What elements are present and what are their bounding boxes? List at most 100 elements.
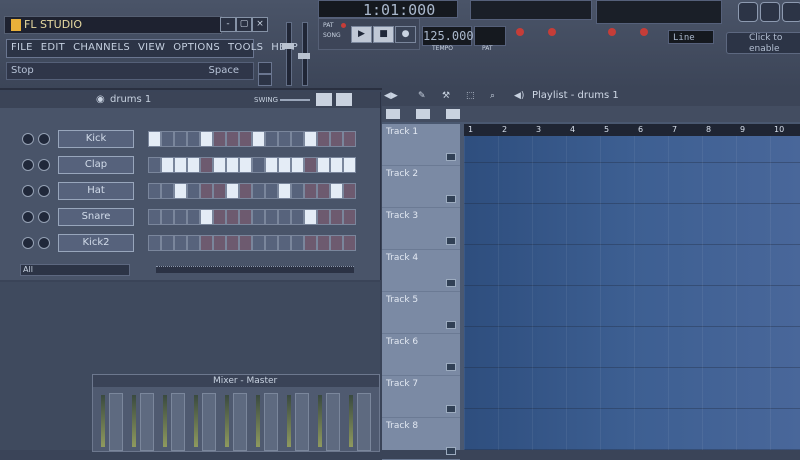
maximize-button[interactable]: ▢ — [236, 17, 252, 32]
track-mute-icon[interactable] — [446, 447, 456, 455]
step-button[interactable] — [161, 235, 174, 251]
pan-knob[interactable] — [22, 185, 34, 197]
track-header[interactable]: Track 1 — [382, 124, 460, 166]
step-button[interactable] — [265, 157, 278, 173]
channel-rack-icon[interactable] — [782, 2, 800, 22]
pattern-selector[interactable] — [474, 26, 506, 46]
step-button[interactable] — [200, 183, 213, 199]
volume-knob[interactable] — [38, 159, 50, 171]
step-button[interactable] — [174, 209, 187, 225]
mixer-icon[interactable] — [760, 2, 780, 22]
step-button[interactable] — [213, 209, 226, 225]
step-button[interactable] — [252, 131, 265, 147]
step-button[interactable] — [265, 209, 278, 225]
step-button[interactable] — [200, 209, 213, 225]
pattern-icon[interactable] — [446, 109, 460, 119]
channel-filter-select[interactable]: All — [20, 264, 130, 276]
step-button[interactable] — [252, 209, 265, 225]
metronome-led[interactable] — [548, 28, 556, 36]
track-mute-icon[interactable] — [446, 363, 456, 371]
step-button[interactable] — [187, 157, 200, 173]
pan-knob[interactable] — [22, 159, 34, 171]
step-button[interactable] — [226, 183, 239, 199]
step-button[interactable] — [239, 209, 252, 225]
stop-button[interactable]: ■ — [373, 26, 394, 43]
swing-slider[interactable] — [280, 99, 310, 101]
step-button[interactable] — [174, 157, 187, 173]
volume-knob[interactable] — [38, 185, 50, 197]
pan-knob[interactable] — [22, 237, 34, 249]
track-header[interactable]: Track 8 — [382, 418, 460, 460]
step-button[interactable] — [317, 183, 330, 199]
draw-tool-icon[interactable]: ✎ — [418, 91, 426, 101]
step-button[interactable] — [330, 131, 343, 147]
step-button[interactable] — [174, 235, 187, 251]
step-button[interactable] — [187, 209, 200, 225]
minimize-button[interactable]: - — [220, 17, 236, 32]
mixer-fader[interactable] — [140, 393, 154, 451]
step-button[interactable] — [187, 131, 200, 147]
mixer-fader[interactable] — [264, 393, 278, 451]
speaker-icon[interactable]: ◀) — [514, 91, 524, 101]
mixer-fader[interactable] — [357, 393, 371, 451]
track-header[interactable]: Track 7 — [382, 376, 460, 418]
track-mute-icon[interactable] — [446, 279, 456, 287]
step-button[interactable] — [291, 235, 304, 251]
step-button[interactable] — [252, 235, 265, 251]
step-edit-led[interactable] — [608, 28, 616, 36]
step-button[interactable] — [200, 131, 213, 147]
mixer-fader[interactable] — [171, 393, 185, 451]
step-button[interactable] — [252, 157, 265, 173]
step-button[interactable] — [304, 235, 317, 251]
step-button[interactable] — [148, 209, 161, 225]
step-button[interactable] — [330, 209, 343, 225]
master-volume-slider[interactable] — [282, 22, 294, 86]
channel-name-button[interactable]: Clap — [58, 156, 134, 174]
step-button[interactable] — [174, 131, 187, 147]
track-mute-icon[interactable] — [446, 237, 456, 245]
step-button[interactable] — [213, 183, 226, 199]
step-button[interactable] — [343, 131, 356, 147]
step-button[interactable] — [239, 235, 252, 251]
snap-icon[interactable] — [258, 62, 272, 74]
step-button[interactable] — [291, 157, 304, 173]
record-button[interactable]: ● — [395, 26, 416, 43]
track-header[interactable]: Track 2 — [382, 166, 460, 208]
channel-name-button[interactable]: Hat — [58, 182, 134, 200]
step-button[interactable] — [226, 235, 239, 251]
record-led[interactable] — [516, 28, 524, 36]
step-button[interactable] — [148, 157, 161, 173]
online-news-box[interactable]: Click to enable — [726, 32, 800, 54]
track-mute-icon[interactable] — [446, 195, 456, 203]
step-button[interactable] — [304, 157, 317, 173]
step-button[interactable] — [291, 183, 304, 199]
step-button[interactable] — [278, 157, 291, 173]
loop-record-led[interactable] — [640, 28, 648, 36]
step-button[interactable] — [278, 235, 291, 251]
track-header[interactable]: Track 3 — [382, 208, 460, 250]
step-button[interactable] — [148, 235, 161, 251]
step-button[interactable] — [226, 209, 239, 225]
step-button[interactable] — [278, 209, 291, 225]
channel-name-button[interactable]: Snare — [58, 208, 134, 226]
playlist-menu-icon[interactable]: ◀▶ — [384, 91, 398, 101]
step-button[interactable] — [213, 157, 226, 173]
step-button[interactable] — [161, 183, 174, 199]
piano-roll-icon[interactable] — [316, 93, 332, 106]
step-button[interactable] — [291, 131, 304, 147]
step-button[interactable] — [317, 209, 330, 225]
step-button[interactable] — [148, 131, 161, 147]
menu-file[interactable]: FILE — [7, 40, 37, 57]
step-button[interactable] — [343, 183, 356, 199]
pan-knob[interactable] — [22, 211, 34, 223]
step-button[interactable] — [317, 131, 330, 147]
step-button[interactable] — [226, 157, 239, 173]
step-button[interactable] — [161, 131, 174, 147]
track-mute-icon[interactable] — [446, 321, 456, 329]
menu-options[interactable]: OPTIONS — [169, 40, 224, 57]
close-button[interactable]: × — [252, 17, 268, 32]
volume-knob[interactable] — [38, 133, 50, 145]
step-seq-icon[interactable] — [336, 93, 352, 106]
step-button[interactable] — [291, 209, 304, 225]
step-button[interactable] — [304, 209, 317, 225]
